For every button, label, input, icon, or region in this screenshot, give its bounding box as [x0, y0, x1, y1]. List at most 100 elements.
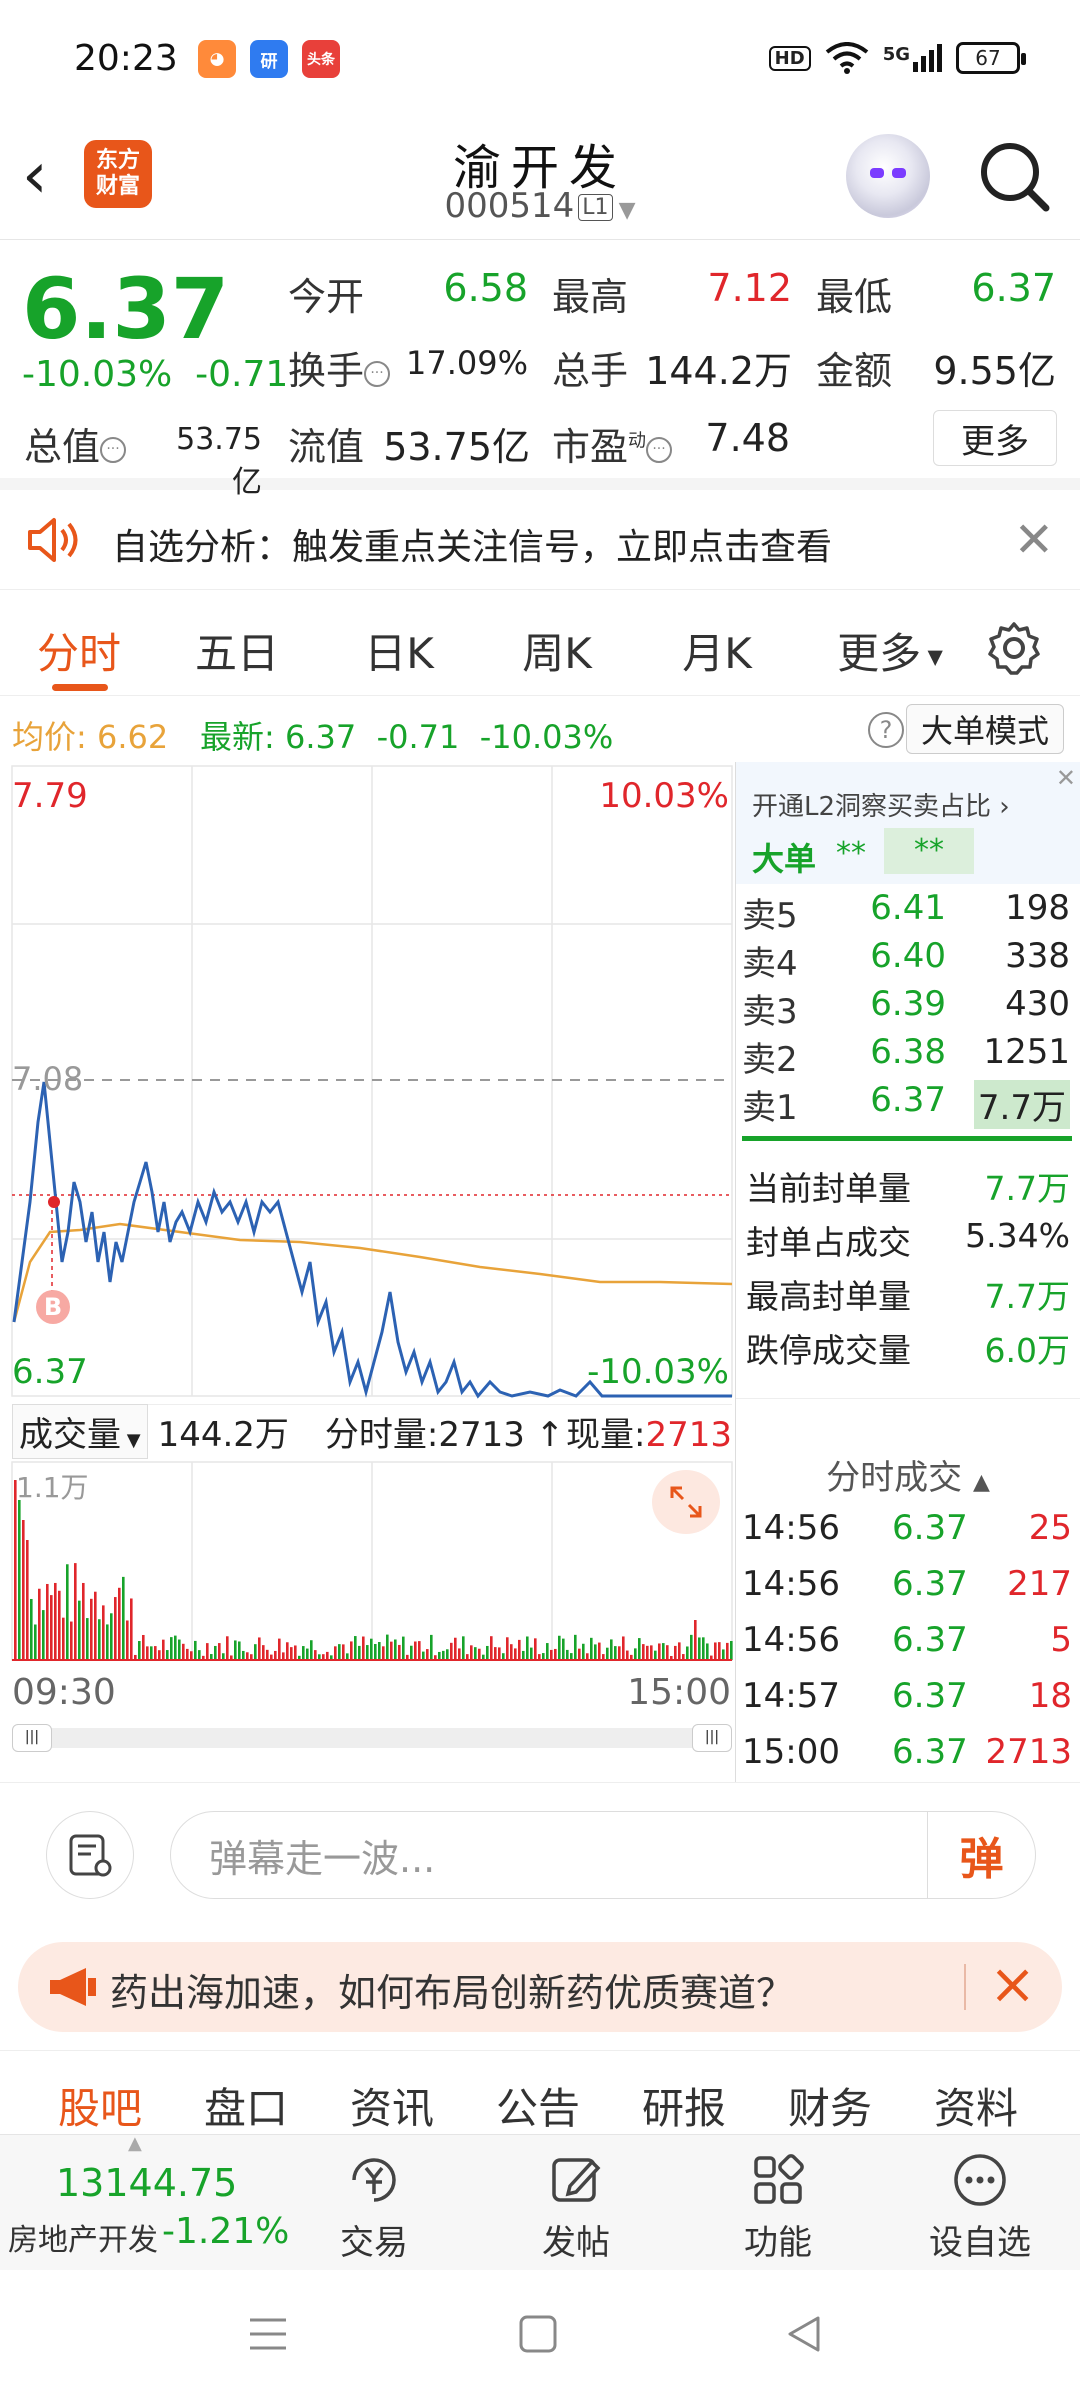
- danmu-settings-icon[interactable]: [46, 1811, 134, 1899]
- ask-4-row[interactable]: 卖4 6.40 338: [736, 936, 1080, 984]
- system-nav-bar: [0, 2270, 1080, 2400]
- volume-bar: [50, 1595, 53, 1660]
- volume-bar: [534, 1638, 537, 1660]
- bottom-action-bar: ▲ 13144.75 房地产开发 -1.21% 交易 发帖 功能 设自选: [0, 2133, 1080, 2271]
- promo-ad-bar[interactable]: 药出海加速，如何布局创新药优质赛道？ ×: [18, 1942, 1062, 2032]
- tab-monthly-k[interactable]: 月K: [652, 620, 782, 681]
- ask-1-row[interactable]: 卖1 6.37 7.7万: [736, 1080, 1080, 1129]
- volume-bar: [666, 1645, 669, 1660]
- volume-bar: [594, 1644, 597, 1660]
- info-icon[interactable]: ···: [364, 360, 391, 387]
- more-button[interactable]: 更多: [933, 410, 1057, 466]
- scroll-handle-left[interactable]: |||: [12, 1724, 52, 1752]
- back-nav-icon[interactable]: [784, 2314, 824, 2354]
- volume-bar: [722, 1649, 725, 1660]
- help-icon[interactable]: ?: [868, 712, 904, 748]
- big-order-mode-button[interactable]: 大单模式: [905, 704, 1064, 754]
- volume-bar: [578, 1648, 581, 1660]
- tab-daily-k[interactable]: 日K: [334, 620, 464, 681]
- tab-news[interactable]: 资讯: [332, 2075, 452, 2136]
- volume-bar: [646, 1645, 649, 1660]
- volume-bar: [110, 1613, 113, 1660]
- volume-bar: [390, 1641, 393, 1660]
- close-icon[interactable]: ✕: [1014, 512, 1054, 568]
- tab-intraday[interactable]: 分时: [14, 620, 144, 691]
- hd-icon: HD: [768, 45, 811, 71]
- prev-close-label: 7.08: [12, 1060, 84, 1098]
- volume-bar: [194, 1640, 197, 1660]
- sector-index[interactable]: ▲ 13144.75 房地产开发 -1.21%: [0, 2133, 290, 2271]
- big-order-value-2: **: [884, 828, 974, 874]
- intraday-chart[interactable]: 7.79 10.03% 7.08 6.37 -10.03% B 成交量 ▼ 14…: [0, 762, 736, 1782]
- volume-bar: [730, 1641, 733, 1660]
- volume-bar: [102, 1605, 105, 1660]
- y-max-pct-label: 10.03%: [599, 776, 729, 816]
- close-icon[interactable]: ×: [989, 1952, 1036, 2017]
- volume-bar: [170, 1637, 173, 1660]
- tab-five-day[interactable]: 五日: [172, 620, 302, 681]
- scroll-handle-right[interactable]: |||: [692, 1724, 732, 1752]
- volume-bar: [598, 1642, 601, 1660]
- volume-bar: [446, 1649, 449, 1660]
- tab-weekly-k[interactable]: 周K: [492, 620, 622, 681]
- volume-bar: [698, 1637, 701, 1660]
- volume-bar: [258, 1637, 261, 1660]
- time-scrollbar[interactable]: ||| |||: [12, 1724, 732, 1752]
- volume-selector[interactable]: 成交量 ▼: [12, 1404, 148, 1459]
- post-button[interactable]: 发帖: [506, 2145, 646, 2264]
- expand-icon[interactable]: [652, 1470, 720, 1534]
- volume-bar: [90, 1598, 93, 1660]
- volume-bar: [502, 1653, 505, 1660]
- analysis-banner[interactable]: 自选分析：触发重点关注信号，立即点击查看 ✕: [0, 490, 1080, 590]
- l2-promo-link[interactable]: 开通L2洞察买卖占比 ›: [752, 786, 1010, 823]
- pe-value: 7.48: [705, 416, 790, 460]
- volume-bar: [338, 1644, 341, 1660]
- buy-marker[interactable]: B: [36, 1290, 70, 1324]
- ai-assistant-icon[interactable]: [846, 134, 930, 218]
- close-icon[interactable]: ✕: [1056, 764, 1076, 792]
- home-icon[interactable]: [518, 2314, 558, 2354]
- volume-bar: [358, 1645, 361, 1660]
- gear-icon[interactable]: [986, 620, 1042, 676]
- turnover-value: 17.09%: [405, 344, 528, 382]
- volume-bar: [510, 1644, 513, 1660]
- ask-3-row[interactable]: 卖3 6.39 430: [736, 984, 1080, 1032]
- search-icon[interactable]: [974, 136, 1054, 216]
- tab-research[interactable]: 研报: [624, 2075, 744, 2136]
- danmu-input[interactable]: 弹幕走一波... 弹: [170, 1811, 1036, 1899]
- volume-bar: [382, 1646, 385, 1660]
- volume-bar: [294, 1645, 297, 1660]
- tab-pankou[interactable]: 盘口: [186, 2075, 306, 2136]
- add-watchlist-button[interactable]: 设自选: [910, 2145, 1050, 2264]
- danmu-send-button[interactable]: 弹: [927, 1812, 1035, 1898]
- volume-bar: [234, 1640, 237, 1660]
- volume-bar: [582, 1643, 585, 1660]
- volume-bar: [402, 1636, 405, 1660]
- volume-bar: [190, 1651, 193, 1660]
- ask-2-row[interactable]: 卖2 6.38 1251: [736, 1032, 1080, 1080]
- volume-bar: [450, 1642, 453, 1660]
- volume-bar: [370, 1638, 373, 1660]
- trades-title[interactable]: 分时成交 ▲: [736, 1450, 1080, 1499]
- tab-more[interactable]: 更多 ▼: [820, 620, 960, 681]
- mcap-label: 总值 ···: [24, 416, 127, 471]
- tab-guba[interactable]: 股吧: [40, 2075, 160, 2136]
- tab-finance[interactable]: 财务: [770, 2075, 890, 2136]
- info-icon[interactable]: ···: [100, 436, 127, 463]
- volume-bar: [610, 1639, 613, 1660]
- volume-bar: [614, 1646, 617, 1660]
- volume-bar: [122, 1576, 125, 1660]
- volume-bar: [222, 1653, 225, 1660]
- status-time: 20:23: [74, 38, 178, 79]
- menu-icon[interactable]: [248, 2314, 288, 2354]
- open-value: 6.58: [443, 266, 528, 310]
- volume-bar: [438, 1651, 441, 1660]
- trade-row: 14:56 6.37 217: [742, 1564, 1072, 1604]
- trade-button[interactable]: 交易: [304, 2145, 444, 2264]
- ask-5-row[interactable]: 卖5 6.41 198: [736, 888, 1080, 936]
- function-button[interactable]: 功能: [708, 2145, 848, 2264]
- tab-announcements[interactable]: 公告: [478, 2075, 598, 2136]
- info-icon[interactable]: ···: [646, 436, 673, 463]
- volume-bar: [694, 1620, 697, 1660]
- tab-profile[interactable]: 资料: [916, 2075, 1036, 2136]
